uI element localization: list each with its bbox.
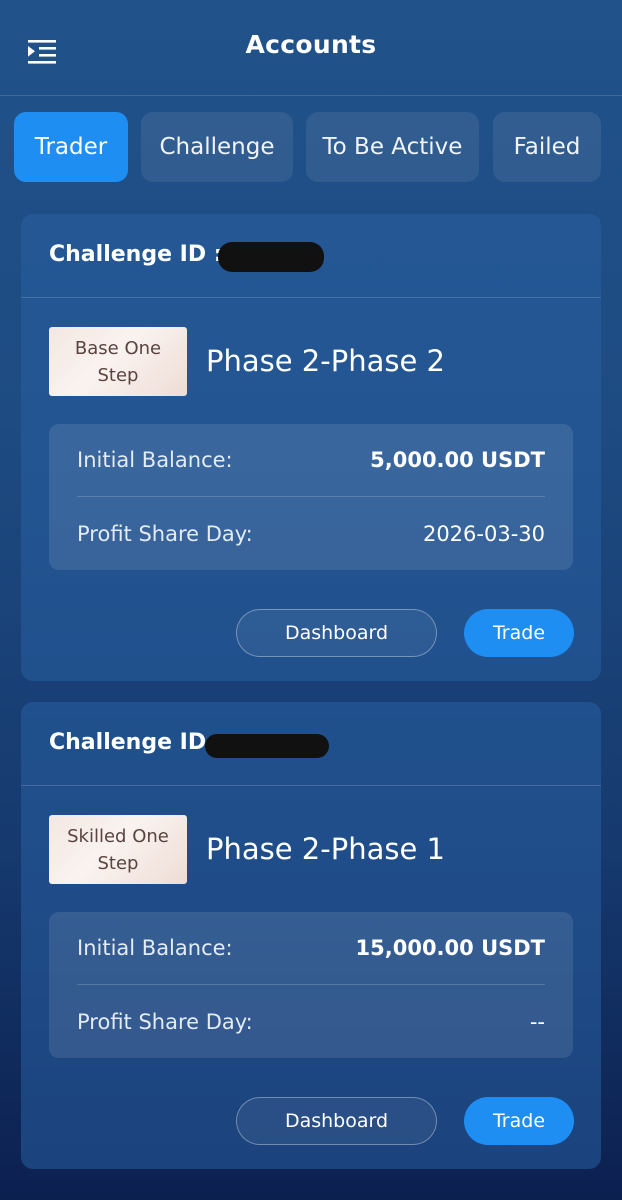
phase-title: Phase 2-Phase 2: [206, 344, 445, 378]
profit-share-row: Profit Share Day: 2026-03-30: [77, 497, 545, 570]
challenge-id-label: Challenge ID :: [49, 242, 223, 267]
initial-balance-label: Initial Balance:: [77, 448, 233, 472]
redacted-challenge-id: [218, 242, 324, 272]
phase-title: Phase 2-Phase 1: [206, 832, 445, 866]
redacted-challenge-id: [205, 734, 329, 758]
profit-share-label: Profit Share Day:: [77, 521, 253, 546]
challenge-id-label: Challenge ID :: [49, 730, 223, 755]
profit-share-row: Profit Share Day: --: [77, 985, 545, 1058]
account-card: Challenge ID : Skilled One Step Phase 2-…: [21, 702, 601, 1169]
dashboard-button[interactable]: Dashboard: [236, 609, 437, 657]
card-header: Challenge ID :: [21, 214, 601, 298]
account-tabs: Trader Challenge To Be Active Failed: [14, 112, 614, 182]
profit-share-value: 2026-03-30: [422, 521, 545, 546]
card-header: Challenge ID :: [21, 702, 601, 786]
profit-share-label: Profit Share Day:: [77, 1009, 253, 1034]
initial-balance-row: Initial Balance: 5,000.00 USDT: [77, 424, 545, 497]
account-card: Challenge ID : Base One Step Phase 2-Pha…: [21, 214, 601, 681]
initial-balance-label: Initial Balance:: [77, 936, 233, 960]
dashboard-button[interactable]: Dashboard: [236, 1097, 437, 1145]
plan-badge: Skilled One Step: [49, 815, 187, 884]
page-title: Accounts: [245, 30, 377, 59]
tab-challenge[interactable]: Challenge: [141, 112, 293, 182]
app-header: Accounts: [0, 0, 622, 96]
initial-balance-row: Initial Balance: 15,000.00 USDT: [77, 912, 545, 985]
trade-button[interactable]: Trade: [464, 609, 574, 657]
tab-failed[interactable]: Failed: [493, 112, 601, 182]
plan-badge: Base One Step: [49, 327, 187, 396]
initial-balance-value: 5,000.00 USDT: [370, 448, 545, 472]
trade-button[interactable]: Trade: [464, 1097, 574, 1145]
tab-to-be-active[interactable]: To Be Active: [306, 112, 479, 182]
tab-trader[interactable]: Trader: [14, 112, 128, 182]
initial-balance-value: 15,000.00 USDT: [355, 936, 545, 960]
account-info-box: Initial Balance: 5,000.00 USDT Profit Sh…: [49, 424, 573, 570]
account-info-box: Initial Balance: 15,000.00 USDT Profit S…: [49, 912, 573, 1058]
profit-share-value: --: [529, 1009, 545, 1034]
